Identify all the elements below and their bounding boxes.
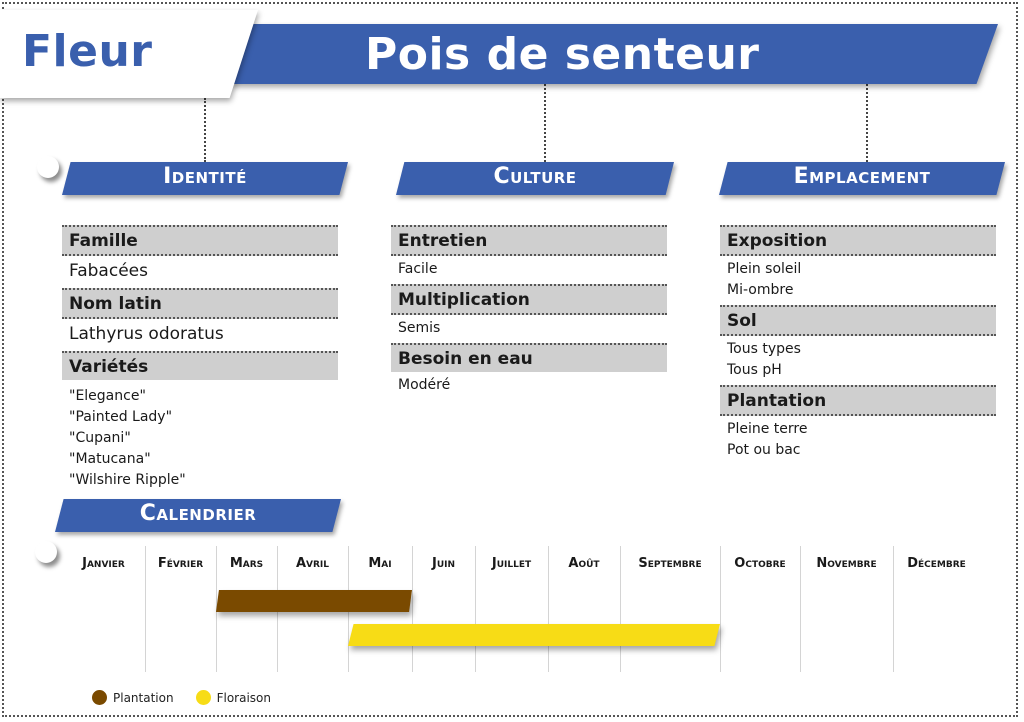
field-value: Fabacées bbox=[69, 261, 148, 281]
field-label-varietes: Variétés bbox=[62, 351, 338, 380]
period-bar-floraison bbox=[348, 624, 720, 646]
month-column: Septembre bbox=[620, 546, 720, 672]
field-label-multiplication: Multiplication bbox=[391, 284, 667, 315]
variety-item: "Wilshire Ripple" bbox=[69, 472, 186, 488]
variety-item: "Elegance" bbox=[69, 388, 146, 404]
bullet-dot-icon bbox=[35, 541, 57, 563]
legend-item-plantation: Plantation bbox=[92, 690, 174, 705]
month-divider bbox=[145, 546, 146, 672]
month-column: Juillet bbox=[475, 546, 548, 672]
field-label-plantation: Plantation bbox=[720, 385, 996, 416]
month-divider bbox=[620, 546, 621, 672]
field-label-sol: Sol bbox=[720, 305, 996, 336]
legend-dot-icon bbox=[195, 690, 211, 705]
field-value: Tous pH bbox=[727, 362, 782, 378]
legend: Plantation Floraison bbox=[92, 690, 285, 705]
month-label: Janvier bbox=[82, 556, 125, 571]
month-divider bbox=[548, 546, 549, 672]
identite-column: Famille Fabacées Nom latin Lathyrus odor… bbox=[62, 225, 338, 495]
month-column: Novembre bbox=[800, 546, 893, 672]
field-value: Tous types bbox=[727, 341, 801, 357]
legend-item-floraison: Floraison bbox=[195, 690, 271, 705]
legend-dot-icon bbox=[92, 690, 107, 705]
month-column: Janvier bbox=[62, 546, 145, 672]
connector-line-emplacement bbox=[866, 84, 868, 162]
month-divider bbox=[475, 546, 476, 672]
month-label: Mai bbox=[368, 556, 392, 571]
month-divider bbox=[893, 546, 894, 672]
field-value: Plein soleil bbox=[727, 261, 802, 277]
month-label: Juin bbox=[431, 556, 456, 571]
month-label: Août bbox=[568, 556, 600, 571]
month-label: Avril bbox=[295, 556, 330, 571]
month-label: Novembre bbox=[816, 556, 877, 571]
field-value: Facile bbox=[398, 261, 438, 277]
bullet-dot-icon bbox=[37, 156, 59, 178]
month-column: Août bbox=[548, 546, 620, 672]
field-label-nom-latin: Nom latin bbox=[62, 288, 338, 319]
connector-line-identite bbox=[204, 98, 206, 162]
field-label-famille: Famille bbox=[62, 225, 338, 256]
field-label-exposition: Exposition bbox=[720, 225, 996, 256]
section-header-emplacement: Emplacement bbox=[719, 162, 1005, 195]
month-label: Mars bbox=[229, 556, 264, 571]
field-value: Mi-ombre bbox=[727, 282, 794, 298]
variety-item: "Cupani" bbox=[69, 430, 131, 446]
field-label-besoin-en-eau: Besoin en eau bbox=[391, 343, 667, 372]
field-label-entretien: Entretien bbox=[391, 225, 667, 256]
month-column: Octobre bbox=[720, 546, 800, 672]
category-label: Fleur bbox=[22, 26, 153, 77]
section-header-culture: Culture bbox=[396, 162, 674, 195]
variety-item: "Painted Lady" bbox=[69, 409, 173, 425]
month-label: Décembre bbox=[907, 556, 966, 571]
month-column: Février bbox=[145, 546, 216, 672]
section-header-identite: Identité bbox=[62, 162, 348, 195]
month-label: Juillet bbox=[491, 556, 532, 571]
page-title: Pois de senteur bbox=[365, 29, 760, 80]
title-banner: Pois de senteur bbox=[230, 24, 998, 84]
month-column: Juin bbox=[412, 546, 475, 672]
month-label: Février bbox=[157, 556, 204, 571]
connector-line-culture bbox=[544, 84, 546, 162]
culture-column: Entretien Facile Multiplication Semis Be… bbox=[391, 225, 667, 400]
section-header-calendrier: Calendrier bbox=[55, 499, 341, 532]
month-column: Décembre bbox=[893, 546, 980, 672]
month-divider bbox=[800, 546, 801, 672]
month-label: Septembre bbox=[638, 556, 702, 571]
emplacement-column: Exposition Plein soleil Mi-ombre Sol Tou… bbox=[720, 225, 996, 465]
month-label: Octobre bbox=[734, 556, 786, 571]
field-value: Pleine terre bbox=[727, 421, 808, 437]
period-bar-plantation bbox=[216, 590, 412, 612]
field-value: Lathyrus odoratus bbox=[69, 324, 224, 344]
variety-item: "Matucana" bbox=[69, 451, 151, 467]
field-value: Pot ou bac bbox=[727, 442, 801, 458]
month-divider bbox=[412, 546, 413, 672]
month-divider bbox=[720, 546, 721, 672]
field-value: Modéré bbox=[398, 377, 451, 393]
field-value: Semis bbox=[398, 320, 441, 336]
